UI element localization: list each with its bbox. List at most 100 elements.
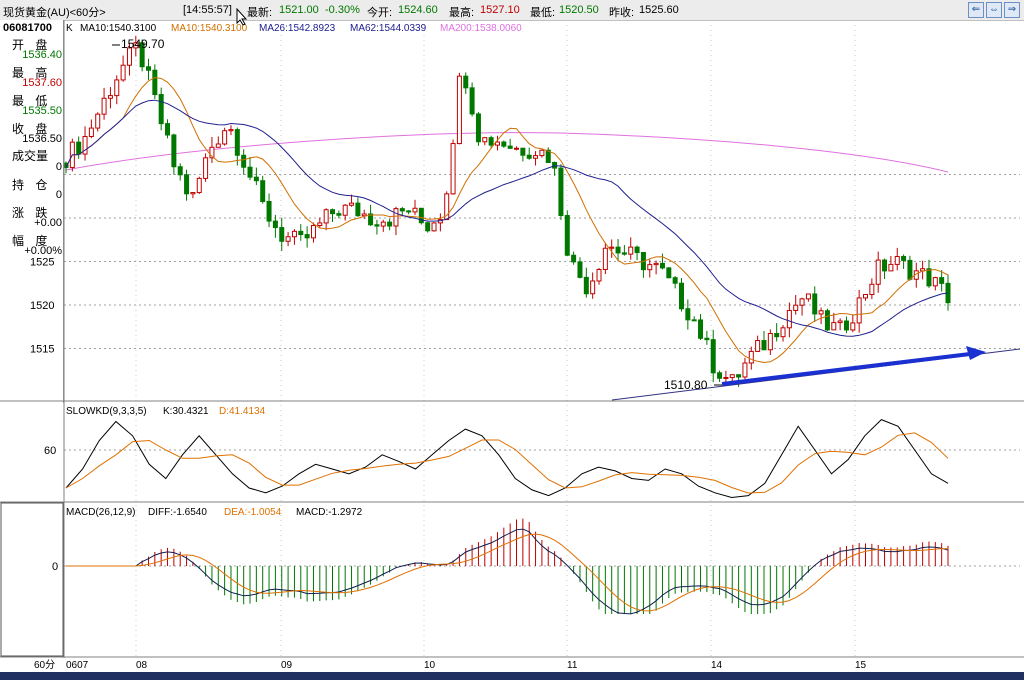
candle-body — [101, 97, 107, 115]
candle-body — [634, 246, 640, 254]
candle-body — [114, 79, 120, 97]
candle-body — [609, 246, 615, 249]
candle-body — [793, 304, 799, 311]
candle-body — [463, 75, 469, 89]
candlestick — [342, 204, 348, 221]
candlestick — [539, 149, 545, 158]
macd-side-frame — [0, 502, 64, 657]
candle-body — [882, 259, 888, 272]
candle-body — [323, 209, 329, 224]
macd-name: MACD(26,12,9) — [66, 507, 135, 518]
candlestick — [177, 163, 183, 181]
candle-body — [336, 213, 342, 216]
candle-body — [165, 123, 171, 136]
candle-body — [742, 362, 748, 378]
candle-body — [507, 145, 513, 149]
candle-body — [666, 267, 672, 279]
candle-body — [406, 210, 412, 213]
candlestick — [780, 325, 786, 342]
candlestick — [875, 251, 881, 293]
candlestick — [774, 323, 780, 342]
candlestick — [285, 232, 291, 247]
candle-body — [926, 268, 932, 287]
ma26-readout: MA26:1542.8923 — [259, 23, 336, 34]
candle-body — [107, 95, 113, 99]
candlestick — [647, 259, 653, 278]
candlestick — [196, 176, 202, 194]
candlestick — [691, 316, 697, 322]
candle-body — [564, 215, 570, 256]
candlestick — [247, 156, 253, 181]
candlestick — [88, 119, 94, 139]
candlestick — [545, 147, 551, 164]
candlestick — [558, 164, 564, 221]
candlestick — [818, 307, 824, 325]
candlestick — [717, 370, 723, 382]
candle-body — [247, 166, 253, 178]
main-prefix: K — [66, 23, 73, 34]
candlestick — [260, 175, 266, 204]
candlestick — [76, 136, 82, 159]
candlestick — [101, 87, 107, 120]
candle-body — [621, 252, 627, 255]
candle-body — [615, 246, 621, 254]
candlestick — [824, 308, 830, 331]
candle-body — [291, 230, 297, 238]
candlestick — [520, 147, 526, 162]
candle-body — [837, 320, 843, 324]
x-tick-label: 08 — [136, 660, 148, 671]
candlestick — [888, 255, 894, 272]
candle-body — [272, 220, 278, 229]
candlestick — [431, 222, 437, 232]
kd-tick-label: 60 — [44, 445, 56, 457]
candlestick — [583, 267, 589, 298]
candlestick — [767, 329, 773, 355]
candlestick — [95, 112, 101, 132]
candle-body — [285, 236, 291, 242]
candle-body — [393, 208, 399, 227]
candlestick — [380, 219, 386, 232]
candle-body — [266, 201, 272, 222]
candle-body — [520, 147, 526, 156]
candle-body — [558, 167, 564, 217]
candle-body — [469, 87, 475, 115]
candle-body — [888, 263, 894, 272]
candlestick — [507, 138, 513, 149]
candlestick — [361, 209, 367, 219]
candlestick — [171, 133, 177, 175]
candlestick — [279, 217, 285, 251]
candlestick — [165, 119, 171, 139]
moving-averages — [65, 76, 949, 364]
macd-diff-value: DIFF:-1.6540 — [148, 507, 207, 518]
candle-body — [805, 293, 811, 300]
candlestick — [590, 272, 596, 299]
candlestick — [577, 257, 583, 279]
candlestick — [336, 210, 342, 219]
candle-body — [488, 137, 494, 146]
ma10-readout: MA10:1540.3100 — [80, 23, 157, 34]
x-tick-label: 0607 — [66, 660, 89, 671]
candle-body — [260, 180, 266, 203]
candle-body — [482, 137, 488, 143]
candlestick — [850, 314, 856, 333]
candle-body — [831, 322, 837, 331]
candlestick — [450, 139, 456, 195]
candlestick — [932, 276, 938, 291]
candlestick — [704, 330, 710, 345]
candlestick — [456, 72, 462, 145]
candle-body — [717, 372, 723, 379]
candle-body — [330, 209, 336, 215]
candlestick — [469, 82, 475, 117]
candle-body — [932, 277, 938, 287]
candlestick — [761, 330, 767, 351]
candle-body — [647, 264, 653, 271]
candlestick — [209, 136, 215, 163]
candlestick — [634, 245, 640, 261]
trend-arrow-shaft — [721, 352, 971, 386]
price-chart[interactable]: 1525 1520 1515 60 0 0607 08 09 10 11 14 15 K MA10:1… — [0, 0, 1024, 672]
candlestick — [596, 267, 602, 285]
candle-body — [761, 340, 767, 351]
candlestick — [418, 207, 424, 225]
candle-body — [234, 129, 240, 156]
candle-body — [780, 327, 786, 338]
